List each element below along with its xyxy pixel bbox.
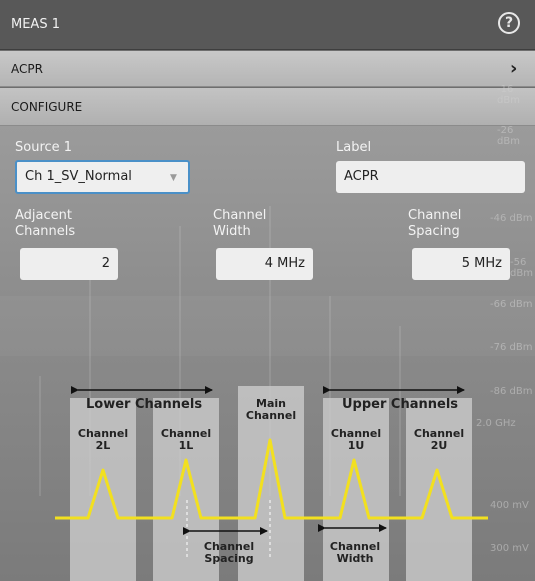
channel-2u-label: Channel 2U xyxy=(413,427,465,452)
main-channel-label: Main Channel xyxy=(245,397,297,422)
lower-channels-label: Lower Channels xyxy=(86,397,203,412)
channel-1u-label: Channel 1U xyxy=(330,427,382,452)
channel-spacing-diagram-label: Channel Spacing xyxy=(203,540,255,565)
channel-1l-label: Channel 1L xyxy=(160,427,212,452)
diagram-graphics xyxy=(55,386,488,560)
acpr-diagram: Lower Channels Upper Channels Main Channe… xyxy=(0,0,535,581)
upper-channels-label: Upper Channels xyxy=(342,397,459,412)
channel-width-diagram-label: Channel Width xyxy=(329,540,381,565)
channel-2l-label: Channel 2L xyxy=(77,427,129,452)
